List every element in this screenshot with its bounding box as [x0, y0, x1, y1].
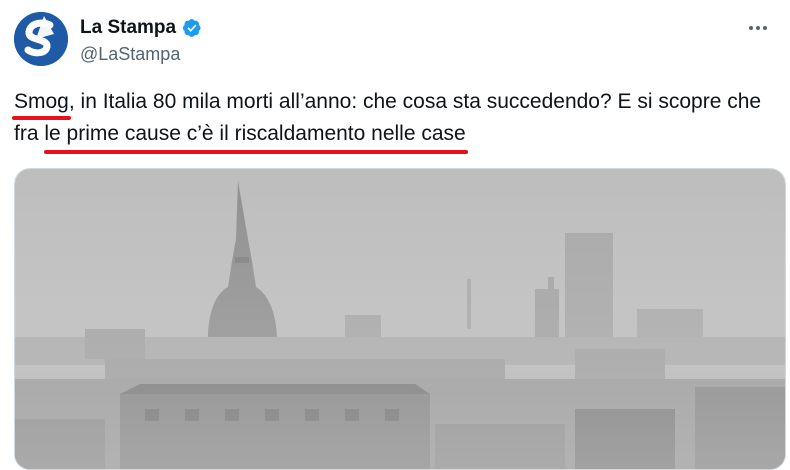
underlined-smog: Smog	[12, 90, 71, 120]
la-stampa-logo-icon	[14, 12, 68, 66]
text-part-smog: Smog	[14, 90, 69, 113]
handle[interactable]: @LaStampa	[80, 42, 202, 66]
tweet-header: La Stampa @LaStampa	[14, 12, 776, 68]
tweet-photo[interactable]	[14, 168, 786, 470]
verified-badge-icon	[182, 18, 202, 38]
display-name[interactable]: La Stampa	[80, 16, 176, 40]
smog-turin-photo-icon	[15, 169, 785, 469]
annotation-underline	[44, 150, 468, 154]
author-info: La Stampa @LaStampa	[80, 16, 202, 66]
underlined-cause: le prime cause c’è il riscaldamento nell…	[44, 122, 468, 154]
annotation-underline	[12, 116, 71, 120]
avatar[interactable]	[14, 12, 68, 66]
text-part-cause: le prime cause c’è il riscaldamento nell…	[44, 122, 466, 145]
tweet-text: Smog, in Italia 80 mila morti all’anno: …	[12, 86, 774, 154]
more-options-icon[interactable]	[744, 14, 772, 42]
